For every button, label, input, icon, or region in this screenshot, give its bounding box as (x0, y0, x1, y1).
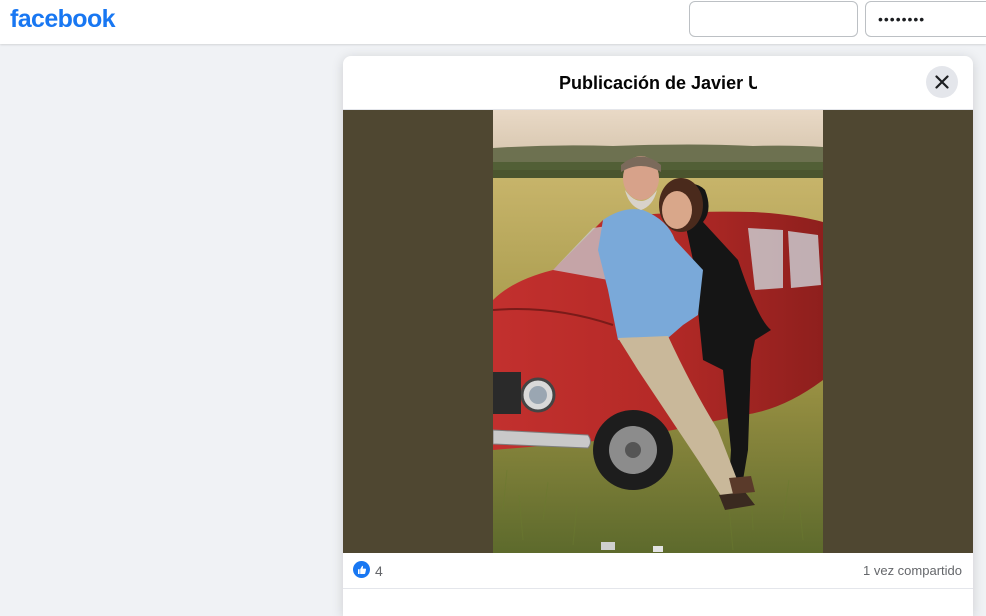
like-count[interactable]: 4 (375, 563, 383, 579)
post-title-container: Publicación de Javier U (343, 72, 973, 94)
post-photo[interactable] (493, 110, 823, 553)
photo-couple-red-car-icon (493, 110, 823, 553)
close-button[interactable] (926, 66, 958, 98)
password-field[interactable] (865, 1, 986, 37)
like-reaction[interactable] (353, 561, 370, 578)
email-field[interactable] (689, 1, 858, 37)
top-bar: facebook (0, 0, 986, 44)
close-icon (935, 75, 949, 89)
facebook-logo[interactable]: facebook (10, 3, 116, 35)
post-title: Publicación de Javier U (559, 73, 757, 93)
post-stats-bar: 4 1 vez compartido (343, 553, 973, 589)
shares-count[interactable]: 1 vez compartido (863, 563, 962, 579)
modal-header: Publicación de Javier U (343, 56, 973, 110)
post-modal: Publicación de Javier U 4 1 vez comparti… (343, 56, 973, 616)
thumbs-up-icon (357, 565, 366, 574)
photo-viewer (343, 110, 973, 553)
